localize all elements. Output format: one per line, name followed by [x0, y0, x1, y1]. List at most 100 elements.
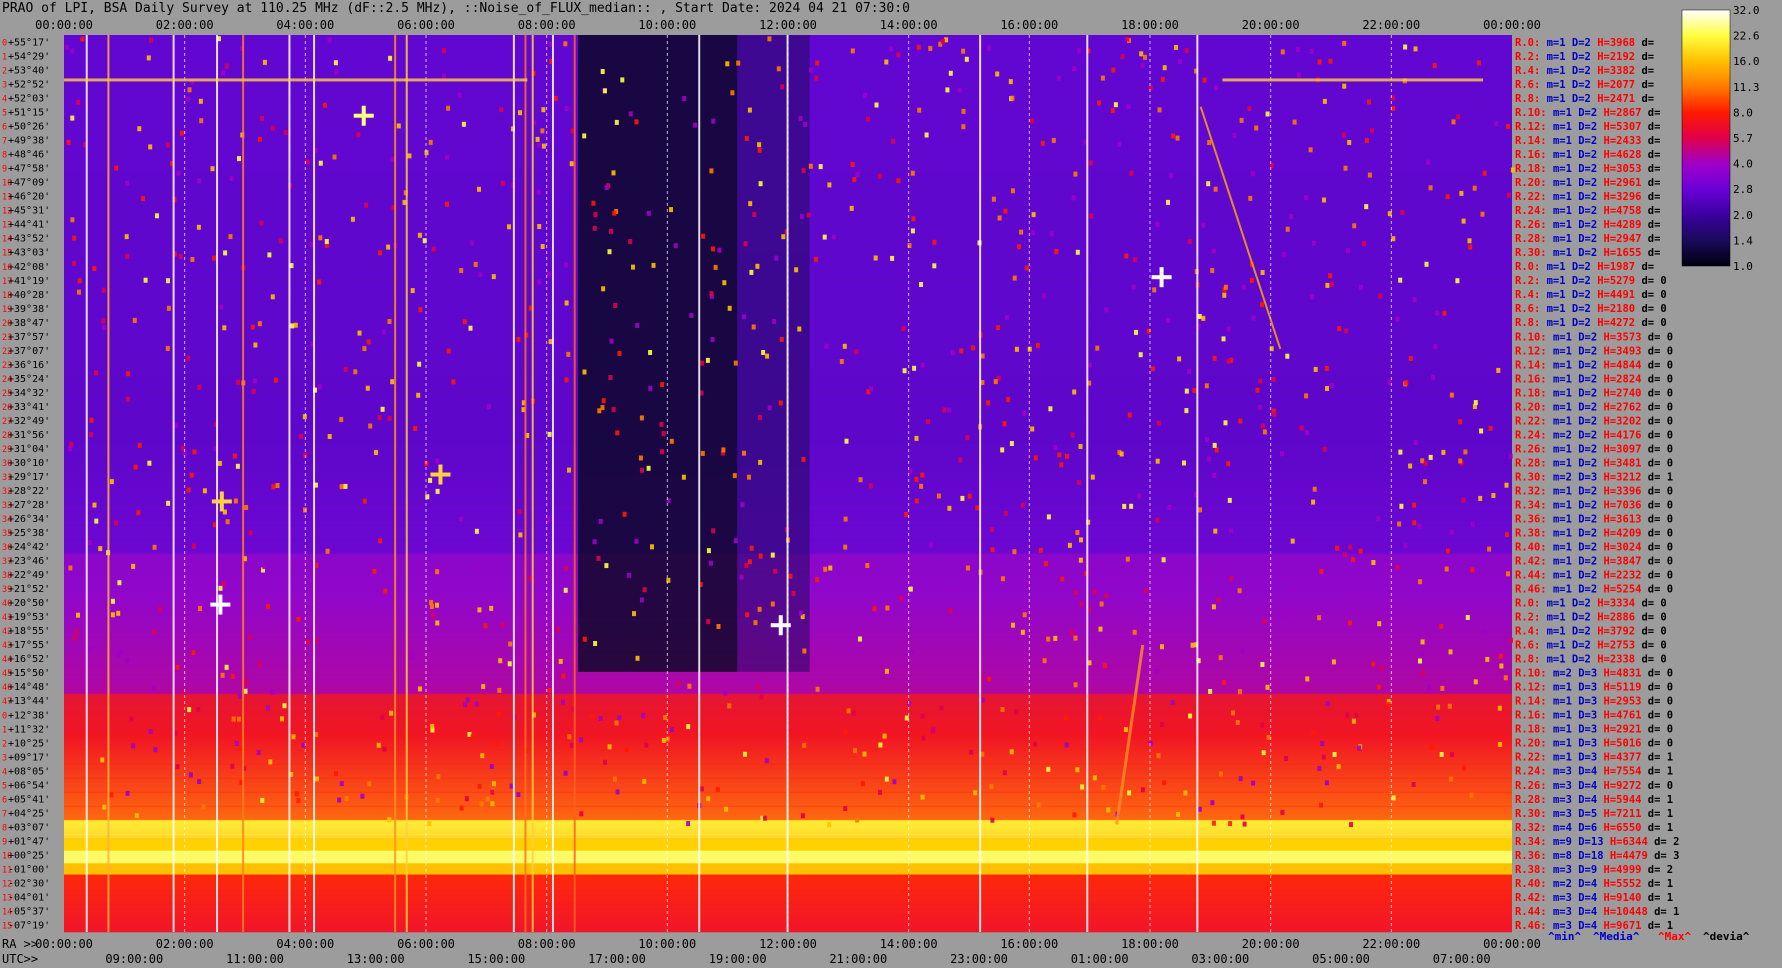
- heatmap-speckle: [709, 560, 714, 566]
- heatmap-speckle: [827, 182, 832, 188]
- heatmap-speckle: [201, 804, 206, 810]
- channel-label-part: d= 0: [1648, 387, 1673, 399]
- channel-label-part: D=2: [1572, 289, 1597, 301]
- heatmap-speckle: [110, 612, 115, 618]
- heatmap-speckle: [1497, 705, 1502, 711]
- heatmap-speckle: [1117, 141, 1122, 147]
- top-time-tick: 02:00:00: [156, 18, 214, 32]
- heatmap-speckle: [635, 323, 640, 328]
- heatmap-speckle: [1025, 582, 1030, 587]
- channel-label-part: m=2: [1553, 878, 1578, 890]
- heatmap-speckle: [1391, 236, 1396, 242]
- heatmap-speckle: [615, 430, 620, 436]
- heatmap-speckle: [1064, 715, 1068, 721]
- heatmap-speckle: [1442, 310, 1447, 316]
- heatmap-speckle: [1404, 380, 1409, 386]
- channel-label-part: m=1: [1553, 359, 1578, 371]
- heatmap-speckle: [1359, 284, 1363, 290]
- heatmap-speckle: [1071, 195, 1076, 201]
- channel-label-part: d= 0: [1641, 612, 1666, 624]
- heatmap-speckle: [582, 636, 587, 642]
- channel-label-part: d=: [1648, 177, 1661, 189]
- heatmap-speckle: [339, 781, 344, 787]
- channel-label-part: H=6344: [1610, 836, 1654, 848]
- heatmap-speckle: [802, 648, 807, 654]
- ra-tick: 00:00:00: [1483, 937, 1541, 951]
- heatmap-speckle: [140, 196, 145, 201]
- heatmap-speckle: [1075, 530, 1080, 535]
- channel-label-part: m=1: [1547, 261, 1572, 273]
- heatmap-speckle: [253, 342, 258, 348]
- heatmap-speckle: [1412, 520, 1417, 526]
- heatmap-speckle: [1148, 85, 1153, 91]
- heatmap-speckle: [1325, 701, 1330, 707]
- row-index: 7: [2, 137, 7, 147]
- channel-label-part: H=2077: [1597, 79, 1641, 91]
- heatmap-speckle: [926, 419, 930, 424]
- heatmap-speckle: [374, 450, 378, 455]
- channel-label-part: H=3968: [1597, 37, 1641, 49]
- heatmap-speckle: [601, 398, 606, 404]
- heatmap-speckle: [843, 729, 848, 734]
- heatmap-speckle: [152, 629, 157, 635]
- heatmap-speckle: [945, 87, 950, 93]
- heatmap-speckle: [755, 263, 760, 269]
- heatmap-speckle: [436, 774, 441, 780]
- channel-label-part: R.26:: [1515, 443, 1553, 455]
- bottom-legend-item: ^devia^: [1703, 930, 1750, 943]
- heatmap-speckle: [855, 817, 860, 823]
- heatmap-speckle: [1336, 764, 1341, 770]
- heatmap-speckle: [1002, 770, 1007, 776]
- heatmap-speckle: [376, 742, 381, 748]
- channel-label: R.28: m=3 D=4 H=5944 d= 1: [1515, 794, 1673, 806]
- heatmap-speckle: [102, 804, 107, 810]
- heatmap-speckle: [1343, 165, 1348, 171]
- heatmap-speckle: [146, 55, 151, 61]
- channel-label-part: m=1: [1547, 65, 1572, 77]
- channel-label-part: D=2: [1572, 51, 1597, 63]
- row-index: 3: [2, 753, 7, 763]
- heatmap-speckle: [1166, 199, 1170, 205]
- channel-label: R.2: m=1 D=2 H=2192 d=: [1515, 51, 1654, 63]
- heatmap-speckle: [965, 435, 970, 441]
- heatmap-speckle: [1241, 284, 1246, 290]
- heatmap-speckle: [1311, 499, 1316, 505]
- heatmap-speckle: [932, 263, 937, 269]
- heatmap-speckle: [228, 234, 233, 240]
- heatmap-speckle: [332, 154, 337, 160]
- heatmap-speckle: [457, 92, 462, 98]
- heatmap-speckle: [1140, 63, 1145, 69]
- channel-label-part: d= 1: [1648, 808, 1673, 820]
- heatmap-speckle: [417, 232, 422, 238]
- heatmap-speckle: [1211, 604, 1216, 610]
- heatmap-speckle: [990, 547, 995, 553]
- heatmap-speckle: [317, 384, 322, 390]
- heatmap-speckle: [1260, 662, 1265, 667]
- heatmap-speckle: [878, 789, 882, 795]
- channel-label-part: R.14:: [1515, 696, 1553, 708]
- declination-label: +52°52': [8, 80, 50, 91]
- top-time-tick: 22:00:00: [1362, 18, 1420, 32]
- heatmap-speckle: [125, 253, 130, 259]
- heatmap-speckle: [1157, 107, 1162, 113]
- heatmap-speckle: [1317, 615, 1322, 621]
- channel-label: R.8: m=1 D=2 H=4272 d= 0: [1515, 317, 1667, 329]
- heatmap-speckle: [799, 214, 804, 220]
- declination-label: +33°41': [8, 402, 50, 413]
- colorbar-tick: 1.4: [1733, 234, 1753, 247]
- heatmap-speckle: [646, 210, 651, 216]
- heatmap-speckle: [958, 457, 963, 463]
- heatmap-speckle: [908, 586, 913, 592]
- heatmap-speckle: [1395, 564, 1400, 570]
- channel-label-part: m=1: [1553, 387, 1578, 399]
- bottom-legend-item: ^min^: [1548, 930, 1581, 943]
- heatmap-speckle: [669, 438, 674, 444]
- channel-label: R.42: m=3 D=4 H=9140 d= 1: [1515, 892, 1673, 904]
- ra-tick: 18:00:00: [1121, 937, 1179, 951]
- heatmap-speckle: [620, 77, 625, 83]
- channel-label-part: m=1: [1553, 401, 1578, 413]
- heatmap-speckle: [756, 684, 761, 690]
- heatmap-speckle: [1221, 336, 1226, 342]
- channel-label-part: d= 1: [1648, 766, 1673, 778]
- channel-label-part: R.30:: [1515, 247, 1553, 259]
